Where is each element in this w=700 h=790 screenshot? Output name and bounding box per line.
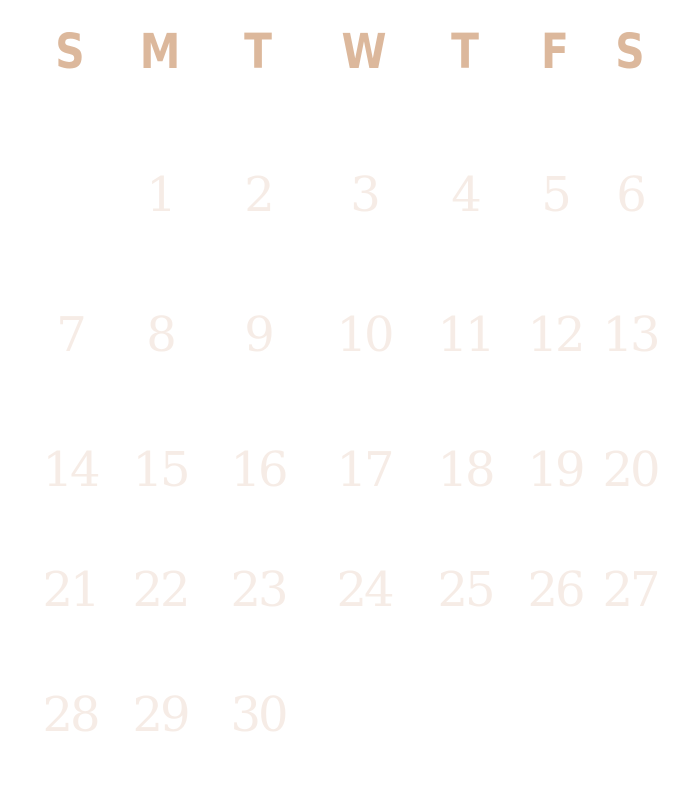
day-cell: 16: [230, 442, 288, 498]
weekday-thursday: T: [451, 24, 479, 80]
weekday-sunday: S: [55, 24, 85, 80]
day-cell: 8: [146, 307, 177, 363]
day-cell: 18: [437, 442, 495, 498]
weekday-friday: F: [541, 24, 569, 80]
day-cell: 10: [336, 307, 394, 363]
day-cell: 14: [42, 442, 100, 498]
day-cell: 23: [230, 562, 288, 618]
day-cell: 30: [230, 687, 288, 743]
day-cell: 2: [244, 167, 275, 223]
weekday-wednesday: W: [341, 24, 387, 80]
weekday-monday: M: [139, 24, 181, 80]
day-cell: 17: [336, 442, 394, 498]
day-cell: 4: [451, 167, 482, 223]
weekday-saturday: S: [615, 24, 645, 80]
day-cell: 27: [602, 562, 660, 618]
day-cell: 7: [56, 307, 87, 363]
day-cell: 22: [132, 562, 190, 618]
day-cell: 25: [437, 562, 495, 618]
day-cell: 28: [42, 687, 100, 743]
day-cell: 6: [616, 167, 647, 223]
weekday-tuesday: T: [244, 24, 272, 80]
day-cell: 24: [336, 562, 394, 618]
day-cell: 29: [132, 687, 190, 743]
day-cell: 20: [602, 442, 660, 498]
day-cell: 1: [146, 167, 177, 223]
day-cell: 15: [132, 442, 190, 498]
day-cell: 3: [350, 167, 381, 223]
day-cell: 13: [602, 307, 660, 363]
day-cell: 9: [244, 307, 275, 363]
day-cell: 11: [437, 307, 495, 363]
month-calendar: S M T W T F S 1 2 3 4 5 6 7 8 9 10 11 12…: [0, 0, 700, 790]
day-cell: 21: [42, 562, 100, 618]
